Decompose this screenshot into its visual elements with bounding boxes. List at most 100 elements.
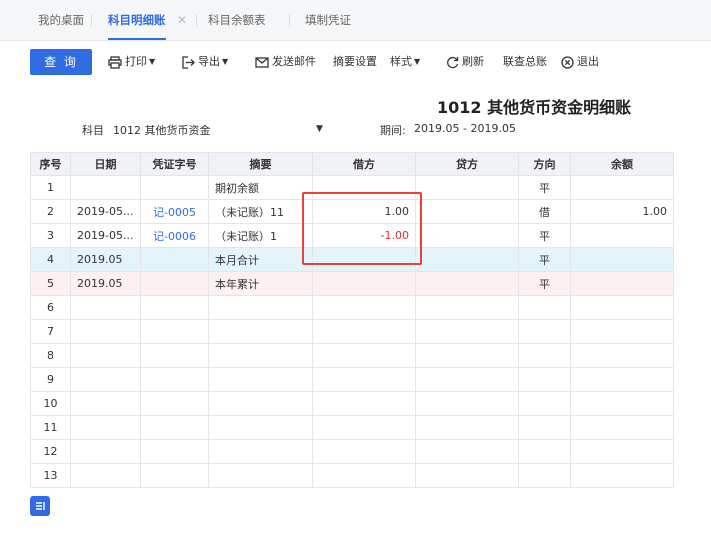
table-row[interactable]: 6	[30, 295, 674, 320]
cell-voucher	[140, 463, 209, 488]
col-header-direction[interactable]: 方向	[518, 152, 571, 176]
subject-select[interactable]: 1012 其他货币资金	[113, 122, 211, 138]
cell-summary	[208, 295, 313, 320]
tab-subject-balance[interactable]: 科目余额表	[208, 0, 266, 40]
cell-voucher	[140, 295, 209, 320]
cell-voucher	[140, 319, 209, 344]
cell-credit	[415, 367, 519, 392]
printer-icon	[108, 55, 122, 69]
link-general-ledger-label: 联查总账	[503, 55, 547, 68]
export-button[interactable]: 导出 ▼	[182, 49, 228, 75]
tab-subject-ledger[interactable]: 科目明细账	[108, 0, 166, 40]
cell-direction	[518, 439, 571, 464]
refresh-button[interactable]: 刷新	[446, 49, 484, 75]
cell-voucher	[140, 343, 209, 368]
cell-date	[70, 439, 141, 464]
cell-balance	[570, 271, 674, 296]
cell-date	[70, 319, 141, 344]
cell-date	[70, 295, 141, 320]
cell-summary: （未记账）1	[208, 223, 313, 248]
print-button[interactable]: 打印 ▼	[108, 49, 155, 75]
style-button[interactable]: 样式 ▼	[390, 49, 420, 75]
cell-debit	[312, 463, 416, 488]
col-header-debit[interactable]: 借方	[312, 152, 416, 176]
cell-no: 7	[30, 319, 71, 344]
table-row[interactable]: 13	[30, 463, 674, 488]
link-general-ledger-button[interactable]: 联查总账	[503, 49, 547, 75]
table-row-year-total[interactable]: 5 2019.05 本年累计 平	[30, 271, 674, 296]
cell-direction	[518, 367, 571, 392]
cell-balance	[570, 463, 674, 488]
cell-summary	[208, 439, 313, 464]
chevron-down-icon[interactable]: ▼	[316, 124, 323, 134]
cell-summary	[208, 319, 313, 344]
cell-balance	[570, 319, 674, 344]
table-row-month-total[interactable]: 4 2019.05 本月合计 平	[30, 247, 674, 272]
mail-icon	[255, 56, 269, 68]
cell-voucher	[140, 271, 209, 296]
col-header-credit[interactable]: 贷方	[415, 152, 519, 176]
send-mail-button[interactable]: 发送邮件	[255, 49, 316, 75]
cell-balance	[570, 223, 674, 248]
chevron-down-icon: ▼	[222, 57, 229, 66]
tab-my-desktop[interactable]: 我的桌面	[38, 0, 84, 40]
cell-no: 2	[30, 199, 71, 224]
table-row[interactable]: 8	[30, 343, 674, 368]
cell-debit	[312, 295, 416, 320]
col-header-voucher[interactable]: 凭证字号	[140, 152, 209, 176]
cell-balance	[570, 343, 674, 368]
exit-button[interactable]: 退出	[561, 49, 599, 75]
table-row[interactable]: 11	[30, 415, 674, 440]
cell-summary: 期初余额	[208, 175, 313, 200]
col-header-date[interactable]: 日期	[70, 152, 141, 176]
cell-direction	[518, 319, 571, 344]
cell-balance	[570, 295, 674, 320]
period-label: 期间:	[380, 124, 406, 137]
table-row[interactable]: 3 2019-05... 记-0006 （未记账）1 -1.00 平	[30, 223, 674, 248]
cell-credit	[415, 319, 519, 344]
cell-voucher[interactable]	[140, 175, 209, 200]
cell-direction: 平	[518, 247, 571, 272]
cell-voucher-link[interactable]: 记-0005	[140, 199, 209, 224]
column-settings-button[interactable]	[30, 496, 50, 516]
table-row[interactable]: 1 期初余额 平	[30, 175, 674, 200]
table-row[interactable]: 10	[30, 391, 674, 416]
cell-debit	[312, 439, 416, 464]
tab-fill-voucher[interactable]: 填制凭证	[305, 0, 351, 40]
query-button[interactable]: 查 询	[30, 49, 92, 75]
cell-debit	[312, 367, 416, 392]
cell-debit	[312, 343, 416, 368]
cell-debit: 1.00	[312, 199, 416, 224]
tab-close-icon[interactable]: ✕	[177, 0, 187, 40]
cell-credit	[415, 199, 519, 224]
cell-direction: 借	[518, 199, 571, 224]
table-row[interactable]: 9	[30, 367, 674, 392]
style-label: 样式	[390, 55, 412, 68]
tab-bar: 我的桌面 科目明细账 ✕ 科目余额表 填制凭证	[0, 0, 711, 41]
ledger-table: 序号 日期 凭证字号 摘要 借方 贷方 方向 余额 1 期初余额 平 2 201…	[30, 152, 674, 488]
cell-credit	[415, 391, 519, 416]
cell-no: 4	[30, 247, 71, 272]
cell-summary: （未记账）11	[208, 199, 313, 224]
cell-direction	[518, 343, 571, 368]
col-header-no[interactable]: 序号	[30, 152, 71, 176]
period-value[interactable]: 2019.05 - 2019.05	[414, 122, 516, 135]
cell-summary: 本年累计	[208, 271, 313, 296]
cell-debit	[312, 391, 416, 416]
col-header-summary[interactable]: 摘要	[208, 152, 313, 176]
cell-balance	[570, 247, 674, 272]
toolbar: 查 询 打印 ▼ 导出 ▼ 发送邮件 摘要设置 样式 ▼ 刷新 联查总账 退出	[0, 41, 711, 85]
cell-voucher-link[interactable]: 记-0006	[140, 223, 209, 248]
cell-no: 11	[30, 415, 71, 440]
table-row[interactable]: 7	[30, 319, 674, 344]
table-row[interactable]: 2 2019-05... 记-0005 （未记账）11 1.00 借 1.00	[30, 199, 674, 224]
col-header-balance[interactable]: 余额	[570, 152, 674, 176]
cell-direction	[518, 391, 571, 416]
table-row[interactable]: 12	[30, 439, 674, 464]
cell-date: 2019-05...	[70, 199, 141, 224]
close-circle-icon	[561, 55, 574, 69]
cell-summary	[208, 367, 313, 392]
summary-settings-button[interactable]: 摘要设置	[333, 49, 377, 75]
cell-no: 5	[30, 271, 71, 296]
tab-separator	[91, 14, 92, 27]
